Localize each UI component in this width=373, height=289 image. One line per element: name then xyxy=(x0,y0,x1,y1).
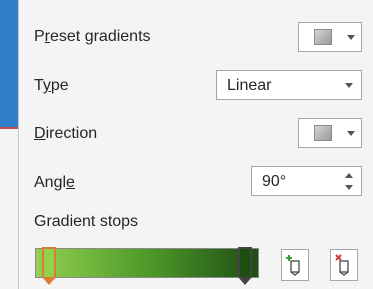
direction-label: Direction xyxy=(34,124,97,144)
chevron-down-icon xyxy=(347,35,355,40)
direction-button[interactable] xyxy=(298,118,362,148)
type-text: Type xyxy=(34,77,69,94)
gradient-stop-pointer xyxy=(42,277,56,285)
add-gradient-stop-button[interactable] xyxy=(281,249,309,281)
gradient-bar[interactable] xyxy=(35,248,259,278)
direction-text: Direction xyxy=(34,125,98,142)
access-key-letter: e xyxy=(66,174,75,191)
gradient-stop-1[interactable] xyxy=(42,247,56,277)
gradient-stops-label: Gradient stops xyxy=(34,213,139,230)
type-label: Type xyxy=(34,76,69,96)
type-dropdown[interactable]: Linear xyxy=(216,70,362,100)
preset-gradients-button[interactable] xyxy=(298,22,362,52)
gradient-stop-pointer xyxy=(238,277,252,285)
direction-swatch xyxy=(314,125,332,141)
preset-gradient-swatch xyxy=(314,29,332,45)
chevron-down-icon xyxy=(347,131,355,136)
gradient-fill-panel: Preset gradients Type Linear Direction A… xyxy=(18,0,373,289)
add-gradient-stop-icon xyxy=(286,255,300,276)
access-key-letter: D xyxy=(34,125,46,142)
preset-gradients-label: Preset gradients xyxy=(34,27,151,47)
angle-text: Angle xyxy=(34,174,75,191)
angle-label: Angle xyxy=(34,173,75,193)
spin-up-icon[interactable] xyxy=(345,173,353,178)
angle-spinner[interactable]: 90° xyxy=(251,166,362,196)
angle-value: 90° xyxy=(262,173,287,190)
remove-gradient-stop-button[interactable] xyxy=(330,249,358,281)
chevron-down-icon xyxy=(345,83,353,88)
gradient-stop-2[interactable] xyxy=(238,247,252,277)
access-key-letter: r xyxy=(44,28,50,45)
spin-down-icon[interactable] xyxy=(345,185,353,190)
preset-gradients-text: Preset gradients xyxy=(34,28,151,45)
access-key-letter: y xyxy=(42,77,51,94)
remove-gradient-stop-icon xyxy=(335,254,349,276)
type-value: Linear xyxy=(227,77,272,94)
